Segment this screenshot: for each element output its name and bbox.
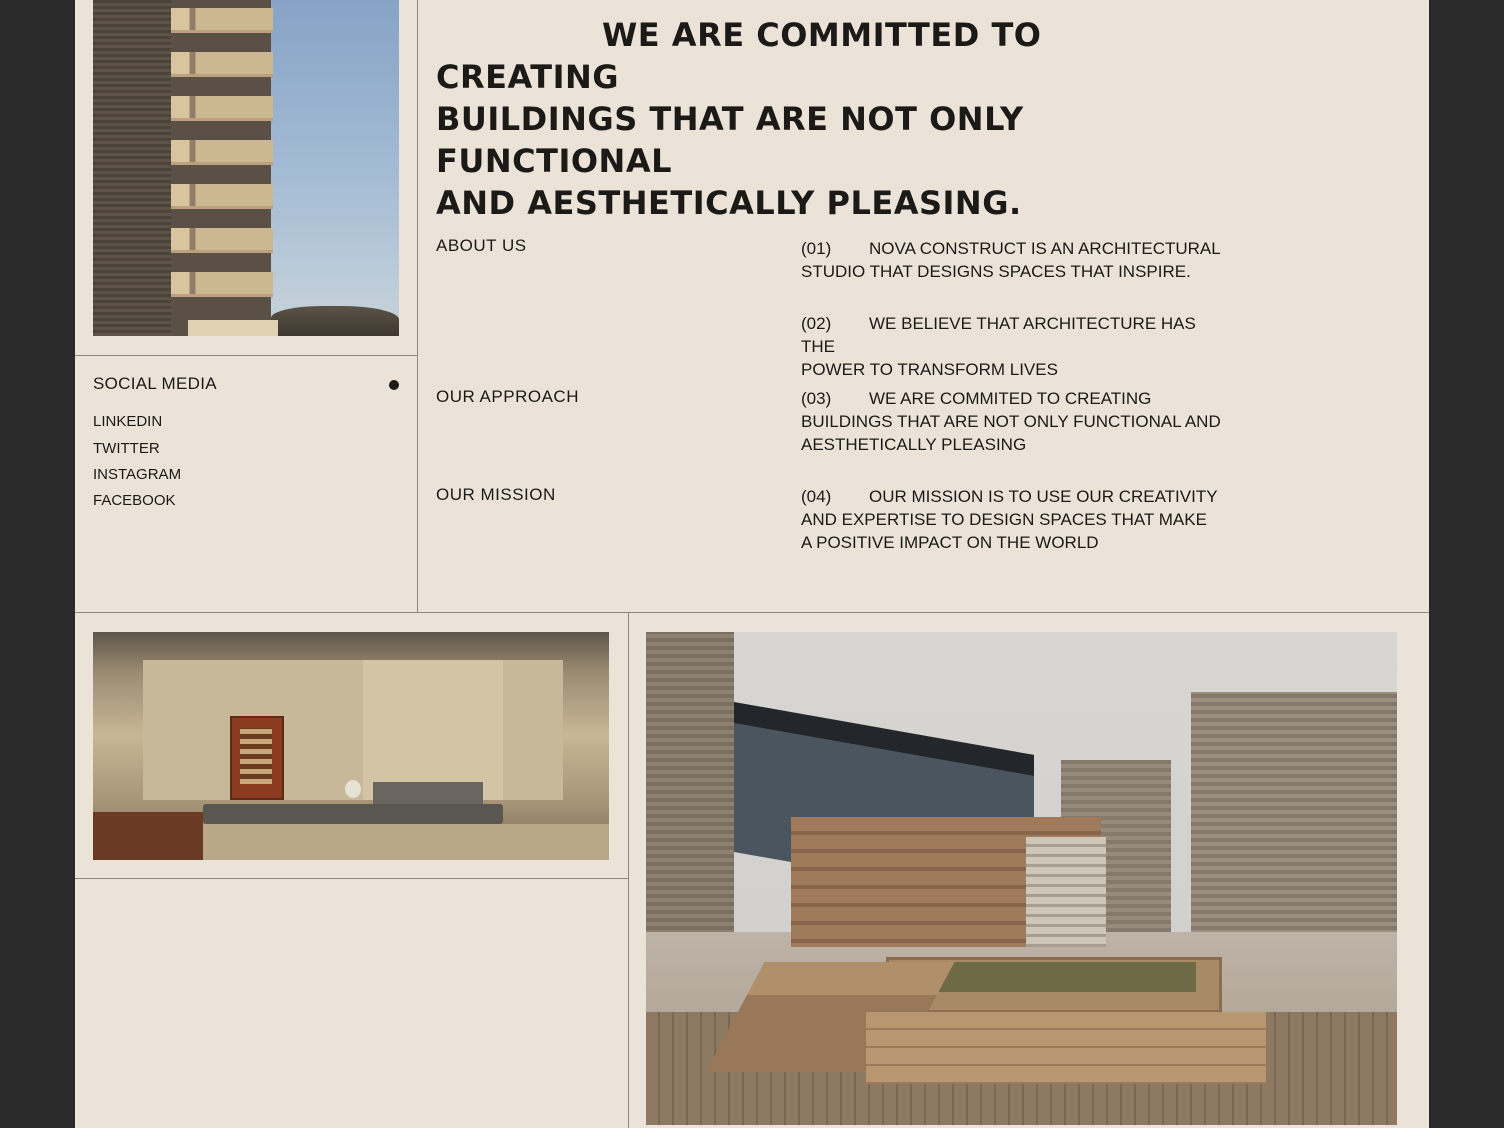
courtyard-building-photo — [646, 632, 1397, 1125]
info-item-04: (04) OUR MISSION IS TO USE OUR CREATIVITY… — [801, 485, 1221, 554]
item-number: (02) — [801, 314, 832, 333]
section-label-our-approach: OUR APPROACH — [436, 387, 579, 406]
item-number: (03) — [801, 389, 832, 408]
info-item-03: (03) WE ARE COMMITED TO CREATING BUILDING… — [801, 387, 1221, 456]
item-text-first: OUR MISSION IS TO USE OUR CREATIVITY — [869, 487, 1218, 506]
social-link-instagram[interactable]: INSTAGRAM — [93, 466, 181, 483]
item-number: (01) — [801, 239, 832, 258]
page: WE ARE COMMITTED TO CREATING BUILDINGS T… — [75, 0, 1429, 1128]
social-link-twitter[interactable]: TWITTER — [93, 440, 160, 457]
bullet-dot-icon — [389, 380, 399, 390]
section-label-about-us: ABOUT US — [436, 236, 527, 255]
item-text-rest: STUDIO THAT DESIGNS SPACES THAT INSPIRE. — [801, 262, 1191, 281]
social-link-linkedin[interactable]: LINKEDIN — [93, 413, 162, 430]
divider-horizontal-social — [75, 355, 417, 356]
item-number: (04) — [801, 487, 832, 506]
divider-horizontal-middle — [75, 612, 1429, 613]
section-label-our-mission: OUR MISSION — [436, 485, 556, 504]
item-text-rest: POWER TO TRANSFORM LIVES — [801, 360, 1058, 379]
social-link-facebook[interactable]: FACEBOOK — [93, 492, 176, 509]
info-item-02: (02) WE BELIEVE THAT ARCHITECTURE HAS THE… — [801, 312, 1221, 381]
info-item-01: (01) NOVA CONSTRUCT IS AN ARCHITECTURAL S… — [801, 237, 1221, 283]
headline-line-1: WE ARE COMMITTED TO CREATING — [436, 16, 1042, 96]
page-headline: WE ARE COMMITTED TO CREATING BUILDINGS T… — [436, 14, 1236, 224]
item-text-first: WE ARE COMMITED TO CREATING — [869, 389, 1152, 408]
headline-line-3: AND AESTHETICALLY PLEASING. — [436, 184, 1022, 222]
divider-horizontal-bottom-left — [75, 878, 628, 879]
item-text-rest: AND EXPERTISE TO DESIGN SPACES THAT MAKE… — [801, 510, 1207, 552]
tower-building-photo — [93, 0, 399, 336]
divider-vertical-top — [417, 0, 418, 613]
item-text-first: NOVA CONSTRUCT IS AN ARCHITECTURAL — [869, 239, 1221, 258]
interior-room-photo — [93, 632, 609, 860]
social-media-heading: SOCIAL MEDIA — [93, 374, 217, 393]
divider-vertical-bottom — [628, 613, 629, 1128]
headline-line-2: BUILDINGS THAT ARE NOT ONLY FUNCTIONAL — [436, 100, 1024, 180]
item-text-rest: BUILDINGS THAT ARE NOT ONLY FUNCTIONAL A… — [801, 412, 1221, 454]
